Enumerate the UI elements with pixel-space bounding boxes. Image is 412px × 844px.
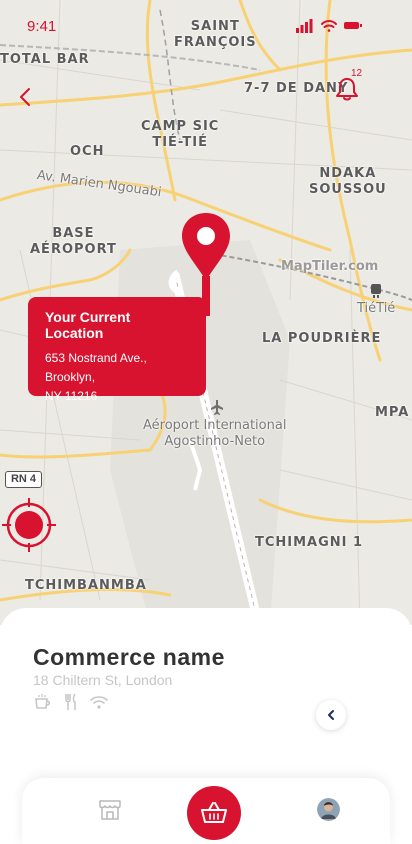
map-label-tietie: TiéTié (357, 301, 396, 316)
amenities-row (33, 692, 113, 712)
notification-count: 12 (351, 68, 363, 79)
chevron-left-icon (328, 710, 334, 720)
map-label-total-bar: TOTAL BAR (0, 52, 90, 67)
map-label-7-7-de-dany: 7-7 DE DANY (244, 81, 349, 96)
current-location-title: Your Current Location (45, 309, 131, 341)
current-location-address-line2: Brooklyn, (45, 370, 96, 384)
cutlery-icon (61, 692, 81, 712)
avatar[interactable] (317, 798, 340, 821)
basket-icon (201, 802, 227, 823)
status-time: 9:41 (27, 18, 57, 35)
status-icons (296, 19, 362, 33)
current-location-address-line1: 653 Nostrand Ave., (45, 351, 147, 365)
map-label-mpa: MPA (375, 405, 410, 420)
map-label-la-poudriere: LA POUDRIÈRE (262, 331, 382, 346)
map-label-base-aeroport: BASE AÉROPORT (30, 226, 117, 257)
basket-button[interactable] (187, 786, 241, 840)
commerce-address: 18 Chiltern St, London (33, 672, 173, 688)
commerce-name: Commerce name (33, 644, 225, 670)
road-sign-rn4: RN 4 (5, 471, 42, 488)
map-label-ndaka-soussou: NDAKA SOUSSOU (309, 166, 387, 197)
map-label-tchimbanmba: TCHIMBANMBA (25, 578, 147, 593)
wifi-status-icon (321, 20, 337, 32)
current-location-address-line3: NY 11216 (45, 389, 98, 403)
battery-icon (344, 22, 362, 29)
map-label-maptiler: MapTiler.com (281, 259, 379, 274)
map-label-och: OCH (70, 144, 105, 159)
back-icon[interactable] (15, 86, 37, 108)
collapse-sheet-button[interactable] (316, 700, 346, 730)
locate-me-icon[interactable] (2, 498, 56, 552)
map-label-aeroport-international: Aéroport International Agostinho-Neto (143, 418, 287, 449)
store-icon[interactable] (98, 799, 122, 821)
map-label-tchimagni: TCHIMAGNI 1 (255, 535, 364, 550)
bell-icon[interactable] (334, 76, 360, 102)
coffee-icon (33, 692, 53, 712)
signal-icon (296, 19, 313, 33)
map-label-camp-sic: CAMP SIC TIÉ-TIÉ (141, 119, 220, 150)
location-pin-icon[interactable] (180, 211, 232, 283)
current-location-card[interactable]: Your Current Location 653 Nostrand Ave.,… (28, 297, 206, 403)
map-label-saint-francois: SAINT FRANÇOIS (174, 19, 257, 50)
wifi-icon (89, 692, 109, 712)
